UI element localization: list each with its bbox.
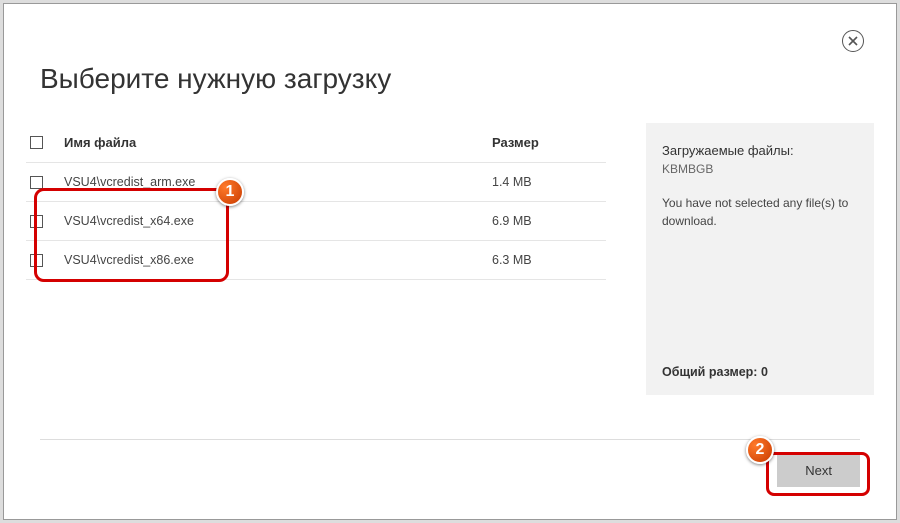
select-all-checkbox[interactable] [30,136,43,149]
file-size: 6.9 MB [492,214,602,228]
summary-panel: Загружаемые файлы: KBMBGB You have not s… [646,123,874,395]
annotation-box-2 [766,452,870,496]
close-icon [848,34,858,49]
summary-message: You have not selected any file(s) to dow… [662,194,858,230]
dialog-title: Выберите нужную загрузку [40,63,874,95]
total-size: Общий размер: 0 [662,365,768,379]
summary-sub: KBMBGB [662,162,858,176]
header-name: Имя файла [64,135,492,150]
table-header: Имя файла Размер [26,123,606,163]
summary-heading: Загружаемые файлы: [662,143,858,158]
row-checkbox[interactable] [30,176,43,189]
annotation-badge-1: 1 [216,178,244,206]
close-button[interactable] [842,30,864,52]
file-name: VSU4\vcredist_arm.exe [64,175,492,189]
header-size: Размер [492,135,602,150]
file-size: 1.4 MB [492,175,602,189]
annotation-badge-2: 2 [746,436,774,464]
dialog-footer: Next [40,439,860,487]
file-size: 6.3 MB [492,253,602,267]
annotation-box-1 [34,188,229,282]
